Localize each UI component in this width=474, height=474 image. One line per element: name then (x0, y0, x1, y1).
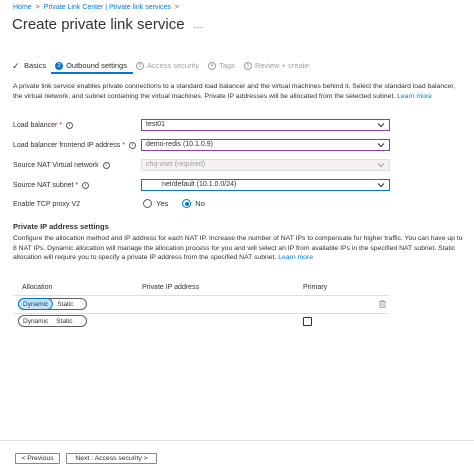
ip-settings-learn-more-link[interactable]: Learn more (278, 254, 313, 261)
chevron-down-icon (377, 183, 385, 188)
next-access-security-button[interactable]: Next : Access security > (66, 453, 157, 464)
footer-divider (0, 440, 474, 441)
frontend-ip-value: demo-redis (10.1.0.9) (146, 141, 213, 148)
tab-review-create-label: Review + create (254, 61, 309, 70)
column-header-private-ip: Private IP address (142, 284, 200, 291)
required-marker: * (122, 142, 126, 149)
description-text: A private link service enables private c… (13, 83, 456, 100)
frontend-ip-select[interactable]: demo-redis (10.1.0.9) (141, 139, 390, 151)
tcp-proxy-yes-label: Yes (156, 199, 169, 208)
source-vnet-select: chq-vnet (required) (141, 159, 390, 171)
tab-review-create[interactable]: 5 Review + create (243, 61, 309, 70)
tab-tags-label: Tags (219, 61, 235, 70)
source-vnet-label-row: Source NAT Virtual network i (13, 162, 110, 169)
page-description: A private link service enables private c… (13, 82, 463, 101)
allocation-static-option[interactable]: Static (53, 299, 77, 309)
info-icon[interactable]: i (102, 162, 110, 169)
tcp-proxy-radio-group: Yes No (143, 199, 219, 208)
tab-access-security[interactable]: 3 Access security (135, 61, 200, 70)
tcp-proxy-label: Enable TCP proxy V2 (13, 201, 81, 208)
breadcrumb: Home > Private Link Center | Private lin… (13, 4, 183, 11)
active-tab-underline (51, 72, 133, 74)
chevron-down-icon (377, 143, 385, 148)
source-subnet-select[interactable]: net/default (10.1.0.0/24) (141, 179, 390, 191)
info-icon[interactable]: i (82, 182, 90, 189)
source-subnet-label: Source NAT subnet (13, 182, 74, 189)
trash-icon[interactable] (379, 300, 386, 308)
tcp-proxy-no-radio[interactable] (182, 199, 192, 208)
tab-basics[interactable]: ✓ Basics (12, 61, 46, 70)
allocation-dynamic-option[interactable]: Dynamic (19, 316, 52, 326)
info-icon[interactable]: i (66, 122, 74, 129)
info-icon[interactable]: i (129, 142, 137, 149)
breadcrumb-home-link[interactable]: Home (13, 4, 32, 11)
page-title-row: Create private link service ... (12, 16, 204, 33)
breadcrumb-separator: > (35, 4, 40, 11)
load-balancer-label-row: Load balancer * i (13, 122, 74, 129)
tab-tags[interactable]: 4 Tags (208, 61, 235, 70)
breadcrumb-separator: > (174, 4, 179, 11)
tcp-proxy-no-label: No (195, 199, 205, 208)
ip-settings-text: Configure the allocation method and IP a… (13, 235, 463, 262)
column-header-primary: Primary (303, 284, 328, 291)
table-row-divider (13, 313, 389, 314)
primary-checkbox[interactable] (303, 317, 312, 326)
breadcrumb-private-link-center-link[interactable]: Private Link Center | Private link servi… (44, 4, 171, 11)
chevron-down-icon (377, 123, 385, 128)
ip-settings-heading: Private IP address settings (13, 222, 109, 231)
tcp-proxy-yes-radio[interactable] (143, 199, 152, 208)
table-header-divider (13, 295, 389, 296)
wizard-steps: ✓ Basics 2 Outbound settings 3 Access se… (12, 61, 318, 70)
checkmark-icon: ✓ (12, 60, 20, 71)
tab-outbound-settings-label: Outbound settings (66, 61, 127, 70)
source-subnet-label-row: Source NAT subnet * i (13, 182, 90, 189)
frontend-ip-label-row: Load balancer frontend IP address * i (13, 142, 137, 149)
more-options-button[interactable]: ... (194, 20, 205, 30)
source-subnet-value: net/default (10.1.0.0/24) (162, 181, 237, 188)
allocation-toggle[interactable]: Dynamic Static (18, 298, 87, 310)
frontend-ip-label: Load balancer frontend IP address (13, 142, 121, 149)
load-balancer-label: Load balancer (13, 122, 58, 129)
page-title: Create private link service (12, 16, 185, 33)
required-marker: * (75, 182, 79, 189)
source-vnet-value: chq-vnet (required) (146, 161, 206, 168)
previous-button[interactable]: < Previous (15, 453, 60, 464)
allocation-dynamic-option[interactable]: Dynamic (18, 298, 54, 310)
step-number-badge: 2 (55, 61, 64, 70)
load-balancer-value: test01 (146, 121, 166, 128)
step-number-badge: 4 (208, 61, 217, 70)
tcp-proxy-label-row: Enable TCP proxy V2 (13, 201, 80, 208)
source-vnet-label: Source NAT Virtual network (13, 162, 99, 169)
column-header-allocation: Allocation (22, 284, 53, 291)
allocation-toggle[interactable]: Dynamic Static (18, 315, 87, 327)
step-number-badge: 5 (243, 61, 252, 70)
chevron-down-icon (377, 163, 385, 168)
allocation-static-option[interactable]: Static (52, 316, 76, 326)
learn-more-link[interactable]: Learn more (397, 93, 432, 100)
tab-access-security-label: Access security (146, 61, 200, 70)
required-marker: * (59, 122, 63, 129)
tab-basics-label: Basics (24, 61, 47, 70)
tab-outbound-settings[interactable]: 2 Outbound settings (55, 61, 127, 70)
ip-settings-description: Configure the allocation method and IP a… (13, 234, 463, 263)
step-number-badge: 3 (135, 61, 144, 70)
load-balancer-select[interactable]: test01 (141, 119, 390, 131)
